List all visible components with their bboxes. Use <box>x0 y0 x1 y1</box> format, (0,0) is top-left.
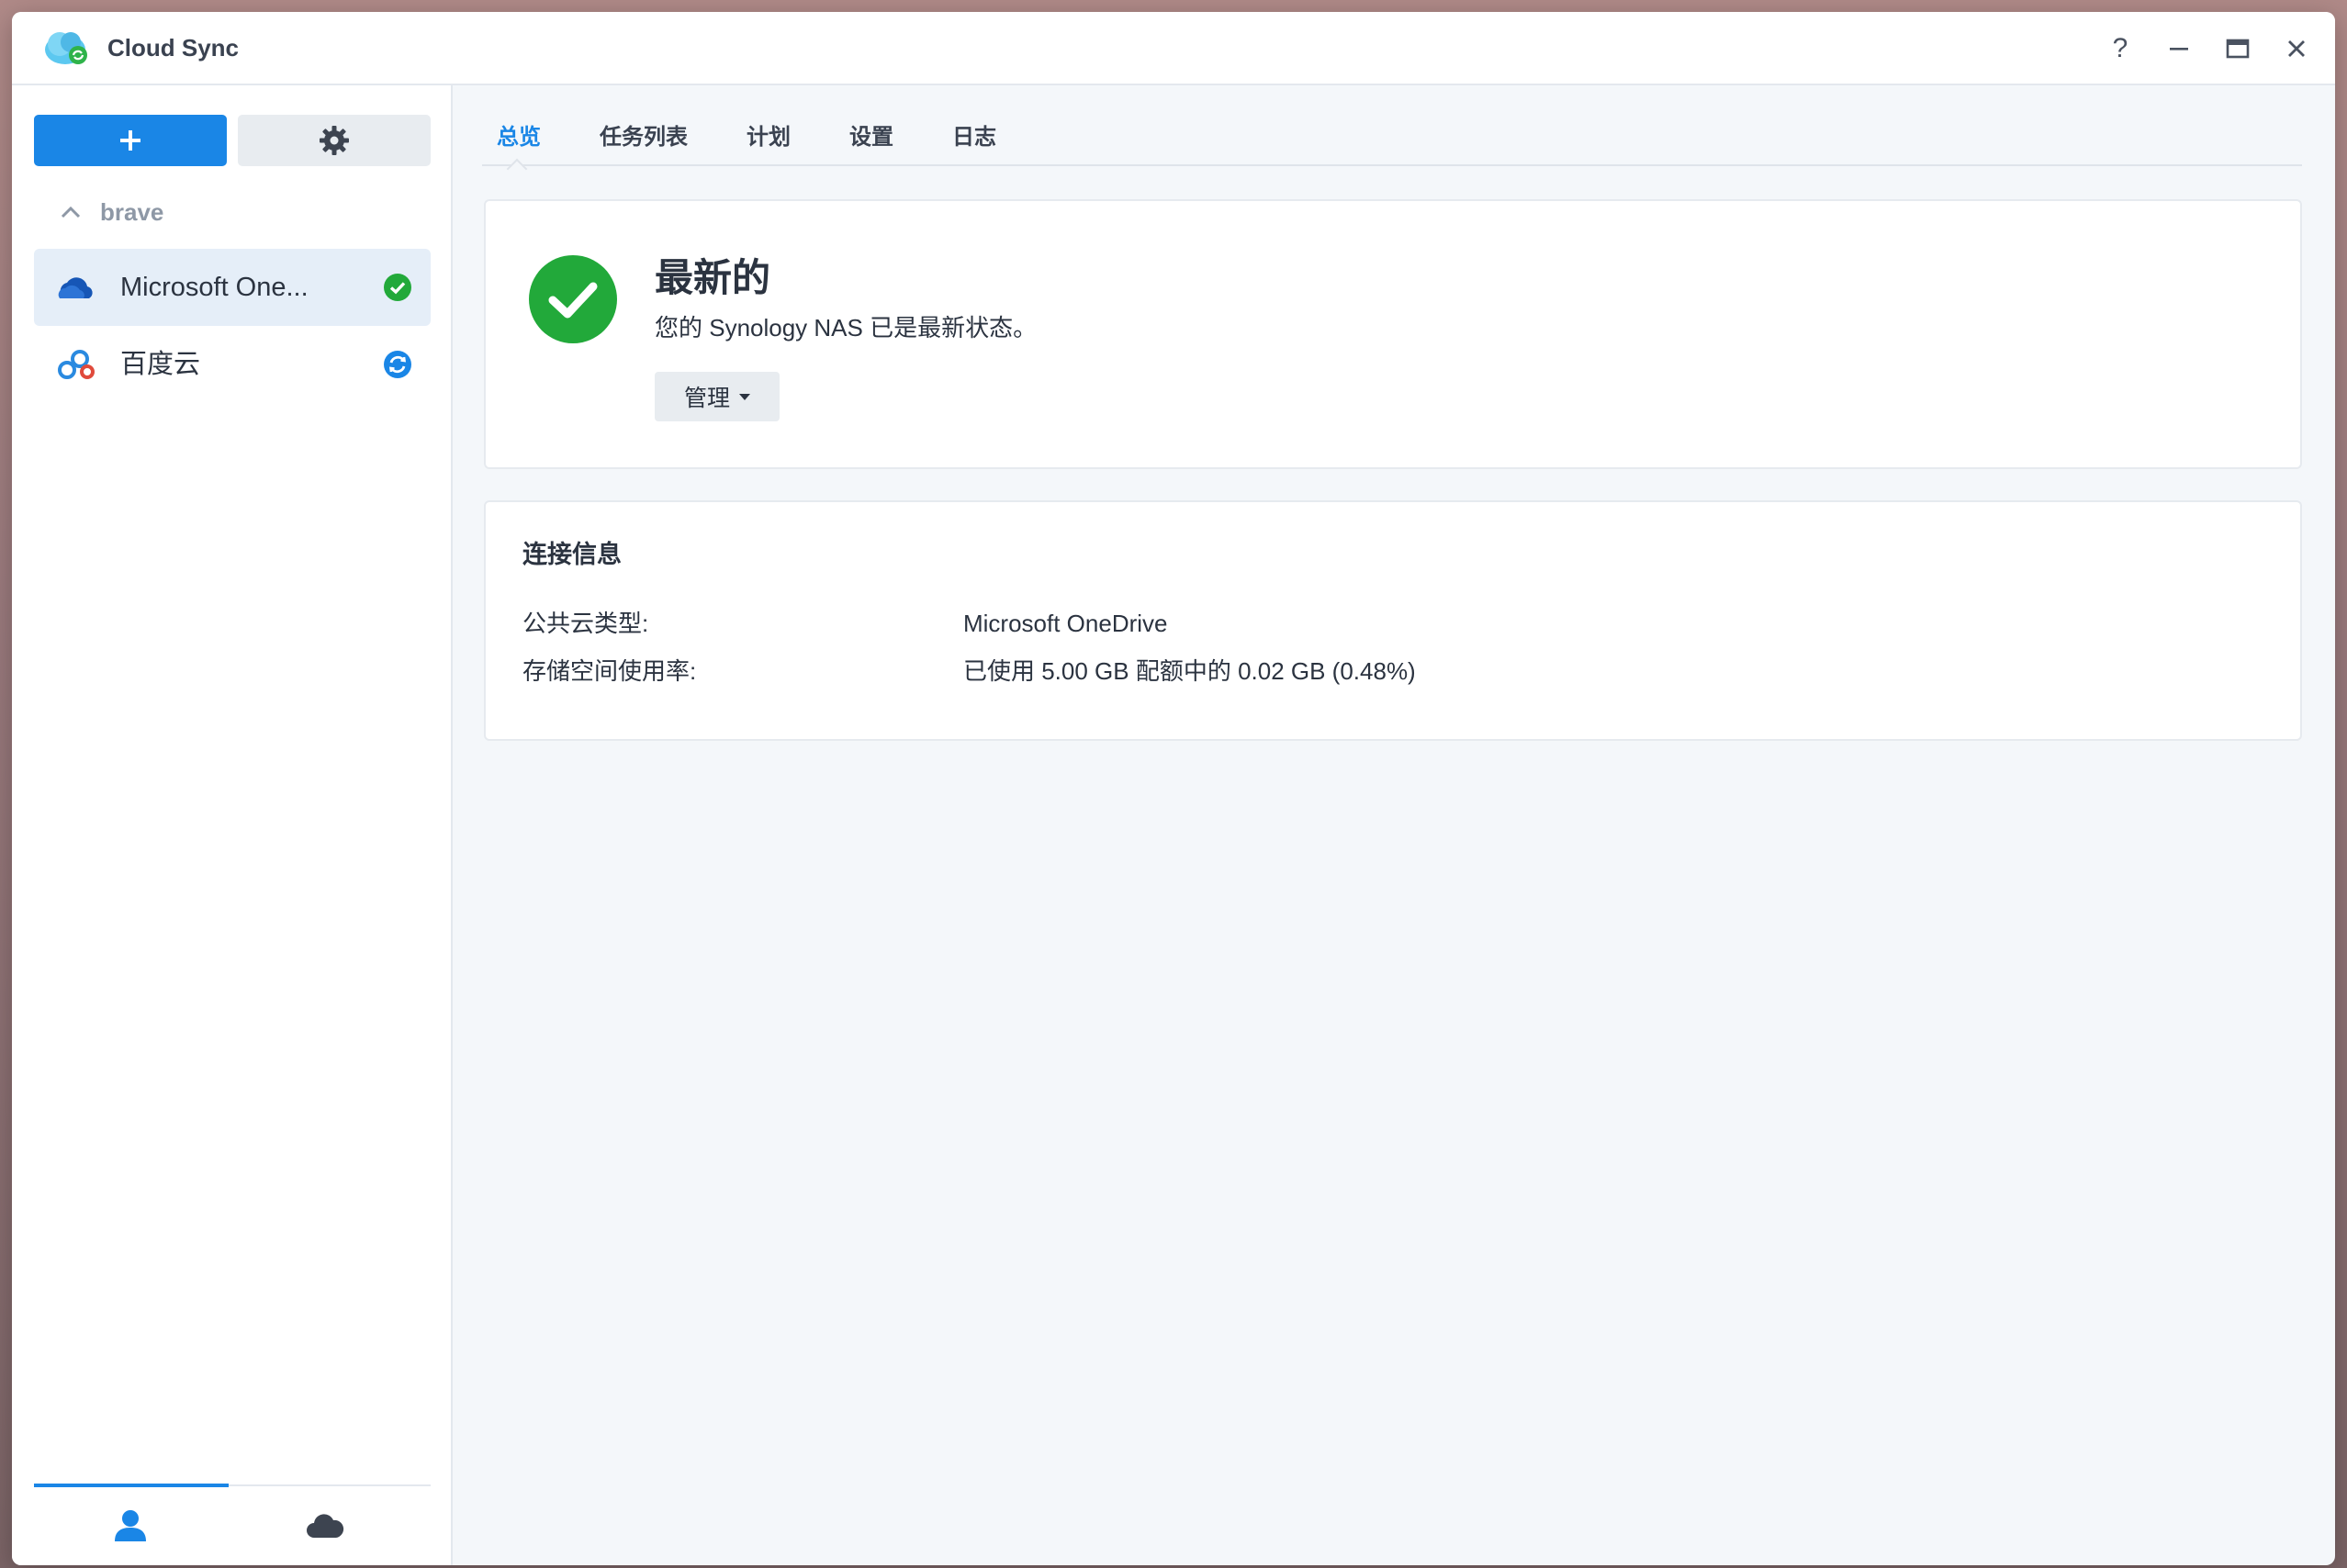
tab-log[interactable]: 日志 <box>938 122 996 164</box>
tab-settings[interactable]: 设置 <box>835 122 893 164</box>
ok-status-icon <box>384 274 411 301</box>
info-key: 存储空间使用率: <box>522 657 697 685</box>
cloud-sync-app-icon <box>45 32 87 64</box>
status-description: 您的 Synology NAS 已是最新状态。 <box>655 314 1038 342</box>
tab-schedule[interactable]: 计划 <box>732 122 791 164</box>
status-card: 最新的 您的 Synology NAS 已是最新状态。 管理 <box>484 199 2302 469</box>
plus-icon <box>120 130 140 151</box>
info-value: 已使用 5.00 GB 配额中的 0.02 GB (0.48%) <box>963 657 1416 685</box>
tab-overview[interactable]: 总览 <box>482 122 541 164</box>
caret-down-icon <box>739 393 750 400</box>
sidebar: brave Microsoft One... 百度云 <box>12 85 453 1565</box>
group-label: brave <box>100 197 164 226</box>
tab-user-tasks[interactable] <box>34 1484 229 1563</box>
add-task-button[interactable] <box>34 115 227 166</box>
task-name: 百度云 <box>120 350 201 379</box>
section-title: 连接信息 <box>522 541 622 568</box>
connection-info-card: 连接信息 公共云类型: Microsoft OneDrive 存储空间使用率: … <box>484 500 2302 741</box>
sidebar-bottom-tabs <box>34 1484 431 1565</box>
help-button[interactable]: ? <box>2102 32 2139 65</box>
close-icon <box>2288 40 2305 57</box>
status-title: 最新的 <box>655 256 771 299</box>
task-item-baidu[interactable]: 百度云 <box>34 326 431 403</box>
tab-cloud-tasks[interactable] <box>229 1486 421 1563</box>
close-button[interactable] <box>2278 32 2315 65</box>
cloud-sync-window: Cloud Sync ? brave Microsoft One... 百度云 … <box>12 12 2335 1565</box>
chevron-up-icon <box>61 206 81 218</box>
onedrive-icon <box>58 277 93 298</box>
title-bar: Cloud Sync ? <box>12 12 2335 85</box>
baidu-cloud-icon <box>58 350 95 379</box>
tab-task-list[interactable]: 任务列表 <box>585 122 688 164</box>
main-tabs: 总览 任务列表 计划 设置 日志 <box>482 122 2302 166</box>
up-to-date-check-icon <box>529 255 617 343</box>
manage-label: 管理 <box>683 386 730 411</box>
task-name: Microsoft One... <box>120 273 309 302</box>
group-header-brave[interactable]: brave <box>60 194 163 230</box>
minimize-icon <box>2170 48 2188 50</box>
info-key: 公共云类型: <box>522 610 649 637</box>
cloud-icon <box>307 1514 344 1538</box>
gear-icon <box>320 126 349 155</box>
task-item-onedrive[interactable]: Microsoft One... <box>34 249 431 326</box>
info-value: Microsoft OneDrive <box>963 610 1168 637</box>
syncing-status-icon <box>384 351 411 378</box>
manage-dropdown-button[interactable]: 管理 <box>655 372 780 421</box>
main-panel: 总览 任务列表 计划 设置 日志 最新的 您的 Synology NAS 已是最… <box>453 85 2335 1565</box>
help-icon: ? <box>2112 33 2128 63</box>
user-icon <box>115 1510 146 1541</box>
global-settings-button[interactable] <box>238 115 431 166</box>
minimize-button[interactable] <box>2161 32 2197 65</box>
app-title: Cloud Sync <box>107 34 240 62</box>
maximize-button[interactable] <box>2219 32 2256 65</box>
maximize-icon <box>2226 39 2250 59</box>
